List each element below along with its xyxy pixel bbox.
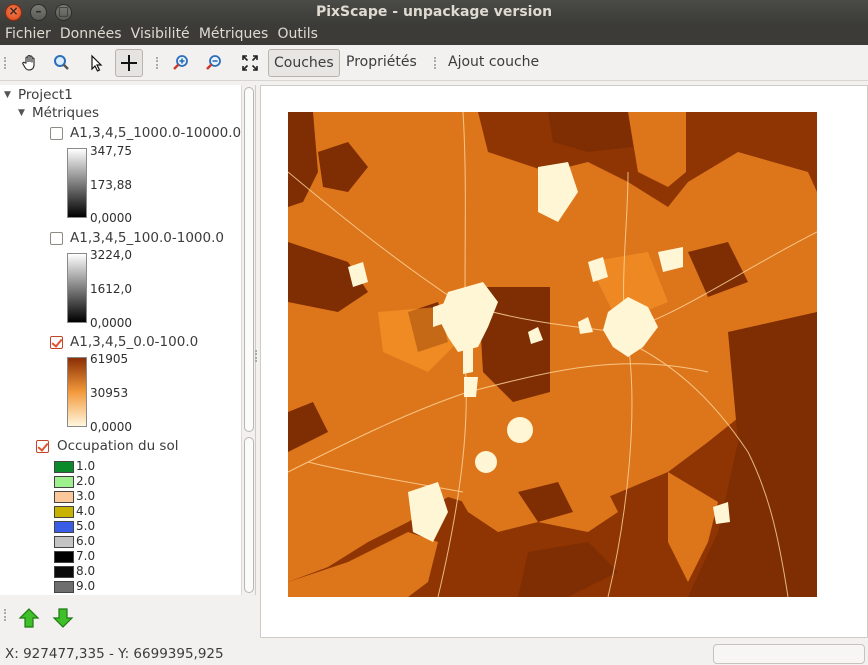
move-down-icon[interactable] [52,607,74,629]
layers-panel: ▼ Project1 ▼ Métriques A1,3,4,5_1000.0-1… [0,85,256,595]
layer-2-min: 0,0000 [90,316,132,330]
progress-bar [713,644,865,664]
fit-extent-button[interactable] [236,49,264,77]
layer-1-checkbox[interactable] [50,127,63,140]
menu-fichier[interactable]: Fichier [0,25,51,42]
legend-swatch [54,476,74,488]
tab-ajout-couche[interactable]: Ajout couche [443,49,544,77]
layer-3-checkbox[interactable] [50,336,63,349]
menu-visibilite[interactable]: Visibilité [126,25,190,42]
legend-swatch [54,521,74,533]
toolbar-grip[interactable] [4,57,7,69]
menu-outils[interactable]: Outils [272,25,317,42]
legend-label: 5.0 [76,519,96,533]
toolbar: Couches Propriétés Ajout couche [0,45,868,81]
crosshair-tool-button[interactable] [115,49,143,77]
legend-label: 3.0 [76,489,96,503]
layer-3-gradient [67,357,87,427]
title-bar: × – □ PixScape - unpackage version [0,0,868,25]
layer-3-mid: 30953 [90,386,129,400]
layer-1-mid: 173,88 [90,178,132,192]
panel-splitter[interactable] [255,350,259,362]
legend-swatch [54,461,74,473]
menu-donnees[interactable]: Données [55,25,122,42]
zoom-tool-button[interactable] [48,49,76,77]
window-title: PixScape - unpackage version [315,4,553,20]
zoom-out-button[interactable] [200,49,228,77]
toolbar-grip-4[interactable] [4,609,7,621]
cursor-coordinates: X: 927477,335 - Y: 6699395,925 [5,646,224,662]
layer-2-name[interactable]: A1,3,4,5_100.0-1000.0 [70,230,224,246]
toolbar-grip-3[interactable] [434,57,437,69]
tab-proprietes[interactable]: Propriétés [341,49,422,77]
legend-label: 7.0 [76,549,96,563]
zoom-out-icon [206,55,221,70]
pan-tool-button[interactable] [16,49,44,77]
legend-label: 2.0 [76,474,96,488]
menu-bar: Fichier Données Visibilité Métriques Out… [0,25,868,45]
tree-group-metriques[interactable]: Métriques [32,105,99,121]
legend-label: 8.0 [76,564,96,578]
move-up-icon[interactable] [18,607,40,629]
layer-2-max: 3224,0 [90,248,132,262]
layer-1-min: 0,0000 [90,211,132,225]
legend-swatch [54,506,74,518]
crosshair-icon [121,55,137,71]
legend-label: 9.0 [76,579,96,593]
landuse-name[interactable]: Occupation du sol [57,438,178,454]
expand-arrow-icon[interactable]: ▼ [4,90,11,100]
legend-label: 6.0 [76,534,96,548]
layer-3-min: 0,0000 [90,420,132,434]
pan-hand-icon [22,54,35,71]
legend-swatch [54,491,74,503]
layer-3-name[interactable]: A1,3,4,5_0.0-100.0 [70,334,198,350]
map-canvas[interactable] [288,112,817,597]
expand-arrow-icon[interactable]: ▼ [18,108,25,118]
toolbar-grip-2[interactable] [156,57,159,69]
fit-extent-icon [242,55,258,71]
layers-scrollbar[interactable] [241,85,255,595]
scrollbar-track[interactable] [244,437,254,593]
legend-swatch [54,566,74,578]
layer-1-gradient [67,148,87,218]
legend-swatch [54,581,74,593]
layer-2-checkbox[interactable] [50,232,63,245]
scrollbar-thumb[interactable] [244,87,254,432]
select-tool-button[interactable] [82,49,110,77]
layer-order-tools [0,597,256,637]
legend-swatch [54,536,74,548]
zoom-in-button[interactable] [167,49,195,77]
status-bar: X: 927477,335 - Y: 6699395,925 [0,642,868,665]
layer-1-name[interactable]: A1,3,4,5_1000.0-10000.0 [70,125,241,141]
zoom-in-icon [173,55,188,70]
landuse-checkbox[interactable] [36,440,49,453]
tree-project[interactable]: Project1 [18,87,73,103]
layer-1-max: 347,75 [90,144,132,158]
legend-label: 4.0 [76,504,96,518]
layer-3-max: 61905 [90,352,129,366]
legend-swatch [54,551,74,563]
layer-2-gradient [67,253,87,323]
menu-metriques[interactable]: Métriques [194,25,269,42]
tab-couches[interactable]: Couches [268,49,340,77]
layer-2-mid: 1612,0 [90,282,132,296]
zoom-icon [54,55,69,70]
select-arrow-icon [91,54,103,72]
legend-label: 1.0 [76,459,96,473]
